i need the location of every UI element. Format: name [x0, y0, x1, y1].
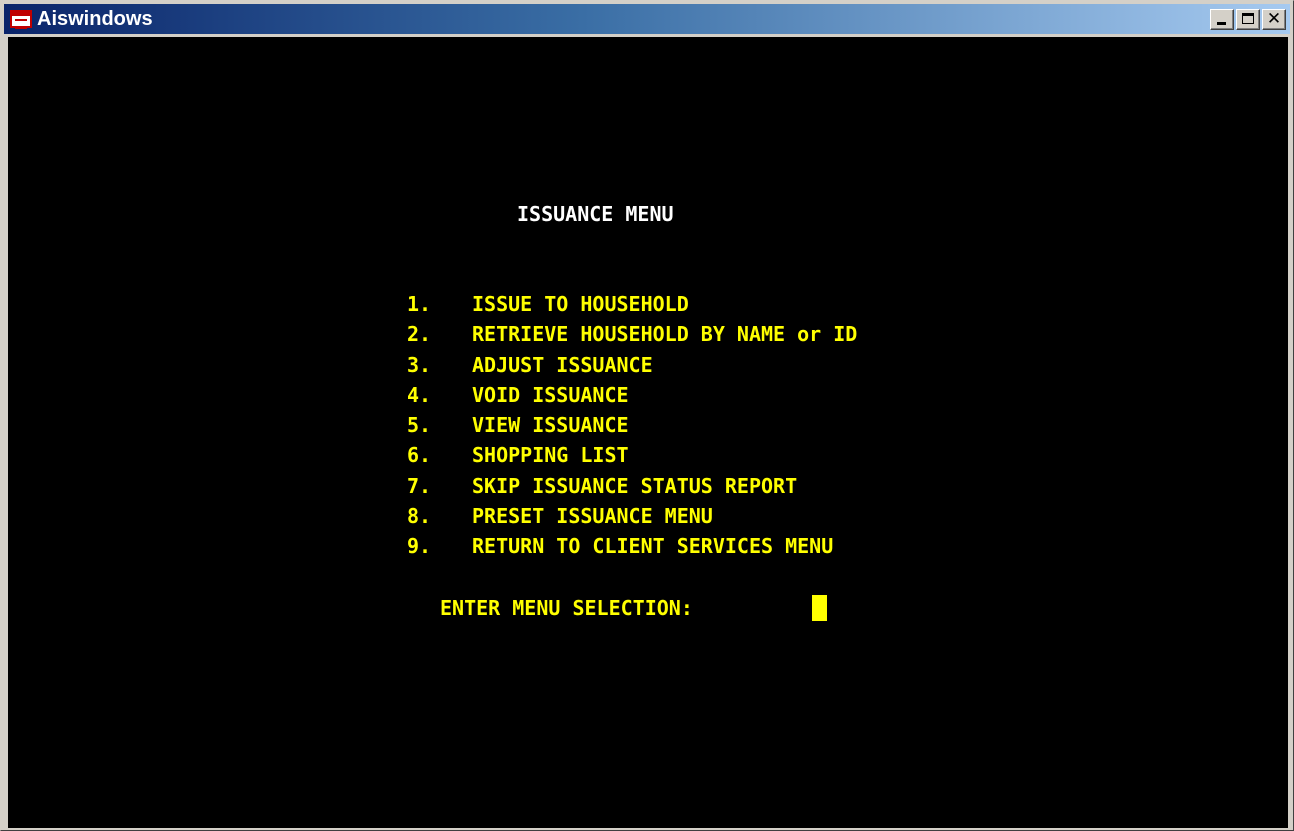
window-controls: ✕ [1210, 9, 1286, 31]
menu-item-label: SHOPPING LIST [472, 443, 629, 467]
menu-selection-input[interactable] [812, 595, 827, 621]
close-icon: ✕ [1266, 9, 1282, 29]
title-bar[interactable]: Aiswindows ✕ [4, 4, 1290, 34]
maximize-button[interactable] [1236, 9, 1260, 30]
minimize-button[interactable] [1210, 9, 1234, 30]
menu-item-label: ADJUST ISSUANCE [472, 353, 653, 377]
maximize-icon [1242, 13, 1254, 24]
menu-item-number: 6. [407, 443, 432, 467]
menu-selection-prompt: ENTER MENU SELECTION: [440, 596, 693, 620]
window-title: Aiswindows [37, 8, 153, 30]
menu-item-label: VIEW ISSUANCE [472, 413, 629, 437]
minimize-icon [1217, 22, 1226, 25]
app-window: Aiswindows ✕ ISSUANCE MENU 1. ISSUE TO H… [0, 0, 1294, 831]
menu-item-label: ISSUE TO HOUSEHOLD [472, 292, 689, 316]
menu-item-number: 4. [407, 383, 432, 407]
menu-item-number: 1. [407, 292, 432, 316]
menu-item-number: 5. [407, 413, 432, 437]
menu-item-number: 9. [407, 534, 432, 558]
menu-item-number: 7. [407, 474, 432, 498]
menu-item-number: 3. [407, 353, 432, 377]
menu-item-label: RETRIEVE HOUSEHOLD BY NAME or ID [472, 322, 858, 346]
menu-item-label: PRESET ISSUANCE MENU [472, 504, 713, 528]
menu-item-number: 8. [407, 504, 432, 528]
menu-item-number: 2. [407, 322, 432, 346]
app-window-icon[interactable] [10, 10, 32, 29]
menu-item-label: VOID ISSUANCE [472, 383, 629, 407]
close-button[interactable]: ✕ [1262, 9, 1286, 30]
terminal-screen[interactable]: ISSUANCE MENU 1. ISSUE TO HOUSEHOLD 2. R… [8, 37, 1288, 828]
menu-item-label: SKIP ISSUANCE STATUS REPORT [472, 474, 798, 498]
menu-title: ISSUANCE MENU [517, 202, 674, 226]
menu-item-label: RETURN TO CLIENT SERVICES MENU [472, 534, 834, 558]
